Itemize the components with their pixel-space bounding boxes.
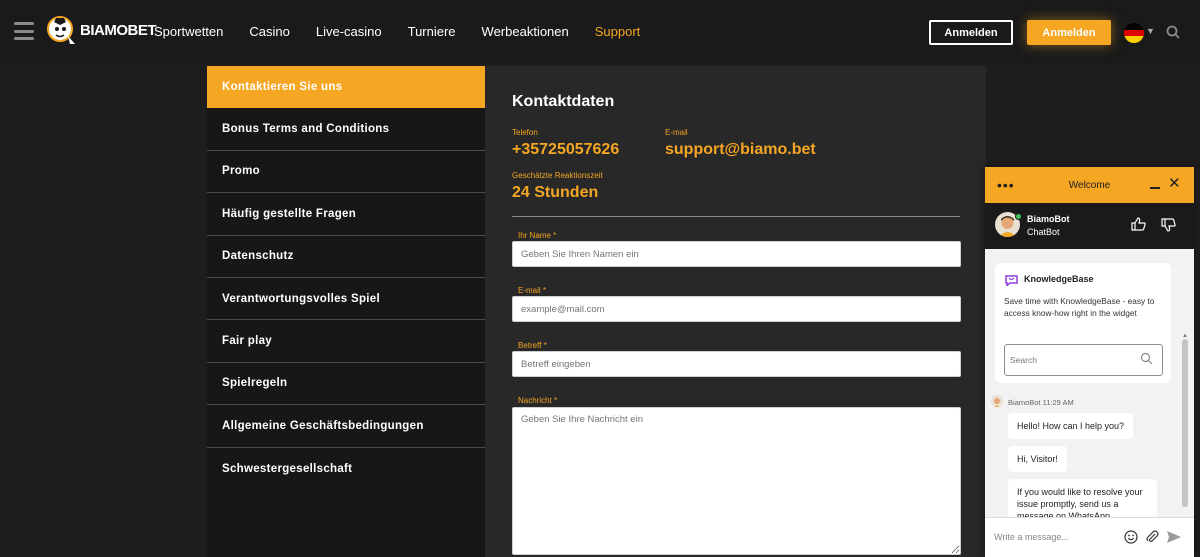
knowledgebase-icon <box>1005 273 1018 291</box>
nav-casino[interactable]: Casino <box>249 24 289 39</box>
germany-flag-icon[interactable] <box>1124 23 1144 43</box>
nav-turniere[interactable]: Turniere <box>408 24 456 39</box>
main-nav: Sportwetten Casino Live-casino Turniere … <box>154 24 666 39</box>
chat-message-input[interactable]: Write a message... <box>994 532 1069 542</box>
sidebar-item-bonus-terms[interactable]: Bonus Terms and Conditions <box>207 108 485 151</box>
bot-role: ChatBot <box>1027 227 1060 237</box>
sidebar-item-agb[interactable]: Allgemeine Geschäftsbedingungen <box>207 405 485 448</box>
contact-content: Kontaktdaten Telefon +35725057626 E-mail… <box>485 66 986 557</box>
knowledgebase-description: Save time with KnowledgeBase - easy to a… <box>1004 296 1155 318</box>
nav-werbeaktionen[interactable]: Werbeaktionen <box>482 24 569 39</box>
thumbs-up-icon[interactable] <box>1131 217 1146 236</box>
message-field-label: Nachricht * <box>518 396 558 405</box>
chat-header: ••• Welcome ✕ <box>985 167 1194 203</box>
register-button[interactable]: Anmelden <box>1027 20 1111 45</box>
brand-name-b: BET <box>127 21 157 39</box>
emoji-icon[interactable] <box>1124 530 1138 549</box>
email-value[interactable]: support@biamo.bet <box>665 141 816 159</box>
search-icon[interactable] <box>1166 25 1180 44</box>
phone-label: Telefon <box>512 128 538 137</box>
message-meta: BiamoBot 11:29 AM <box>1008 398 1074 407</box>
chat-composer: Write a message... <box>985 517 1194 557</box>
message-field[interactable] <box>512 407 961 555</box>
chat-title: Welcome <box>1068 179 1111 191</box>
email-field[interactable] <box>512 296 961 322</box>
brand-logo[interactable]: BIAMOBET <box>46 13 156 47</box>
minimize-icon[interactable] <box>1150 187 1160 189</box>
chat-messages[interactable]: KnowledgeBase Save time with KnowledgeBa… <box>985 249 1194 517</box>
subject-field-label: Betreff * <box>518 341 547 350</box>
chat-widget: ••• Welcome ✕ BiamoBot ChatBot Knowledge… <box>985 167 1194 557</box>
message-time: 11:29 AM <box>1042 398 1074 407</box>
soccer-ball-logo-icon <box>46 14 78 46</box>
search-icon[interactable] <box>1140 352 1153 370</box>
bot-name: BiamoBot <box>1027 214 1070 224</box>
top-header: BIAMOBET Sportwetten Casino Live-casino … <box>0 0 1200 64</box>
knowledgebase-title: KnowledgeBase <box>1024 274 1094 284</box>
bot-message-avatar <box>991 395 1003 407</box>
sidebar-item-schwester[interactable]: Schwestergesellschaft <box>207 448 485 490</box>
name-field-label: Ihr Name * <box>518 231 557 240</box>
chat-message: Hello! How can I help you? <box>1008 413 1134 439</box>
phone-value[interactable]: +35725057626 <box>512 141 619 159</box>
send-icon[interactable] <box>1166 530 1182 549</box>
nav-live-casino[interactable]: Live-casino <box>316 24 382 39</box>
brand-name-a: BIAMO <box>80 21 128 39</box>
online-status-dot <box>1015 213 1022 220</box>
knowledgebase-card: KnowledgeBase Save time with KnowledgeBa… <box>995 263 1171 383</box>
sidebar-item-verantwortung[interactable]: Verantwortungsvolles Spiel <box>207 278 485 321</box>
nav-support[interactable]: Support <box>595 24 641 39</box>
chat-scrollbar[interactable] <box>1182 339 1188 507</box>
name-field[interactable] <box>512 241 961 267</box>
thumbs-down-icon[interactable] <box>1161 218 1176 237</box>
sidebar-item-promo[interactable]: Promo <box>207 151 485 194</box>
support-sidebar: Kontaktieren Sie uns Bonus Terms and Con… <box>207 66 485 557</box>
response-time-label: Geschätzte Reaktionszeit <box>512 171 603 180</box>
menu-burger-icon[interactable] <box>14 22 34 40</box>
sidebar-item-faq[interactable]: Häufig gestellte Fragen <box>207 193 485 236</box>
response-time-value: 24 Stunden <box>512 184 599 201</box>
subject-field[interactable] <box>512 351 961 377</box>
chat-message: If you would like to resolve your issue … <box>1008 479 1157 517</box>
more-options-icon[interactable]: ••• <box>997 177 1015 193</box>
nav-sportwetten[interactable]: Sportwetten <box>154 24 223 39</box>
email-field-label: E-mail * <box>518 286 547 295</box>
sidebar-item-datenschutz[interactable]: Datenschutz <box>207 236 485 278</box>
page-title: Kontaktdaten <box>512 93 615 110</box>
brand-wordmark: BIAMOBET <box>80 22 156 39</box>
chevron-down-icon[interactable]: ▼ <box>1146 26 1155 36</box>
bot-info-bar: BiamoBot ChatBot <box>985 203 1194 249</box>
sidebar-item-kontakt[interactable]: Kontaktieren Sie uns <box>207 66 485 109</box>
chat-message: Hi, Visitor! <box>1008 446 1067 472</box>
close-icon[interactable]: ✕ <box>1168 176 1181 191</box>
message-sender: BiamoBot <box>1008 398 1041 407</box>
divider <box>512 216 960 217</box>
sidebar-item-fair-play[interactable]: Fair play <box>207 320 485 363</box>
attachment-icon[interactable] <box>1145 530 1159 549</box>
login-button[interactable]: Anmelden <box>929 20 1013 45</box>
email-label: E-mail <box>665 128 688 137</box>
sidebar-item-spielregeln[interactable]: Spielregeln <box>207 363 485 406</box>
